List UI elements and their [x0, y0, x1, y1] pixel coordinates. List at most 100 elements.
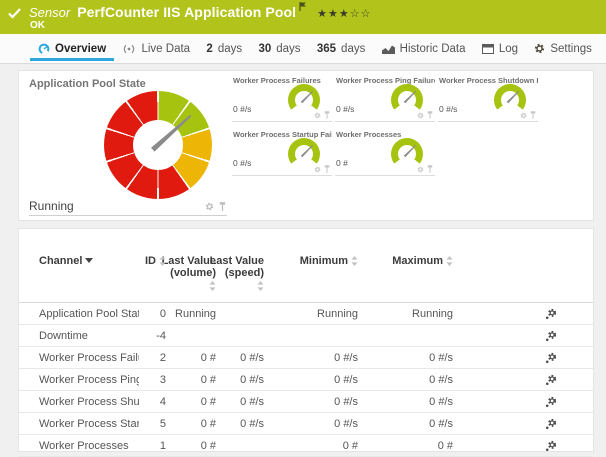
mini-pin-icon[interactable] — [324, 111, 330, 119]
cell-minimum: 0 # — [264, 440, 358, 452]
channel-row: Application Pool State 0 Running Running… — [19, 303, 593, 325]
cell-maximum: 0 #/s — [358, 374, 453, 386]
mini-gauge-arc — [391, 84, 423, 116]
mini-pin-icon[interactable] — [427, 111, 433, 119]
cell-maximum: Running — [358, 308, 453, 320]
overview-gauge-icon — [38, 43, 50, 55]
mini-gauges: Worker Process Failures 0 #/s — [232, 73, 541, 176]
mini-gauge-needle — [404, 91, 417, 104]
mini-gauge-arc — [391, 138, 423, 170]
sensor-status-badge: OK — [30, 20, 45, 31]
channel-row: Worker Process Ping Fa... 3 0 # 0 #/s 0 … — [19, 369, 593, 391]
edit-channel-wrench-icon[interactable] — [545, 374, 557, 386]
cell-maximum: 0 #/s — [358, 396, 453, 408]
sort-icon — [257, 281, 264, 291]
tab-settings[interactable]: Settings — [532, 34, 594, 63]
mini-pin-icon[interactable] — [530, 111, 536, 119]
cell-id: 2 — [139, 352, 166, 364]
historic-chart-icon — [382, 44, 395, 54]
mini-gauge-value: 0 #/s — [336, 104, 354, 114]
mini-gauge-tile: Worker Process Failures 0 #/s — [232, 73, 332, 122]
sort-icon — [351, 256, 358, 266]
flag-icon — [299, 2, 307, 11]
edit-channel-wrench-icon[interactable] — [545, 330, 557, 342]
mini-gauge-tile: Worker Process Startup Failu... 0 #/s — [232, 127, 332, 176]
cell-id: 4 — [139, 396, 166, 408]
col-maximum[interactable]: Maximum — [358, 255, 453, 267]
cell-last-value-volume: Running — [166, 308, 216, 320]
channel-table-panel: Channel ID Last Value (volume) Last Valu… — [18, 228, 594, 452]
overview-panel: Application Pool State Running Worker Pr… — [18, 70, 594, 221]
cell-last-value-speed: 0 #/s — [216, 352, 264, 364]
sort-icon — [159, 256, 166, 266]
cell-last-value-volume: 0 # — [166, 352, 216, 364]
edit-channel-wrench-icon[interactable] — [545, 352, 557, 364]
tab-historic-data[interactable]: Historic Data — [380, 34, 468, 63]
mini-pin-icon[interactable] — [324, 165, 330, 173]
tab-overview[interactable]: Overview — [36, 34, 108, 63]
cell-channel: Worker Processes — [39, 440, 139, 452]
mini-gauge-tile: Worker Processes 0 # — [335, 127, 435, 176]
cell-channel: Worker Process Failures — [39, 352, 139, 364]
cell-id: 3 — [139, 374, 166, 386]
mini-gauge-needle — [301, 91, 314, 104]
mini-gauge-needle — [404, 145, 417, 158]
sort-desc-icon — [85, 258, 93, 263]
mini-gauge-tile: Worker Process Ping Failures 0 #/s — [335, 73, 435, 122]
cell-minimum: 0 #/s — [264, 374, 358, 386]
live-signal-icon — [122, 44, 136, 54]
channel-row: Worker Process Failures 2 0 # 0 #/s 0 #/… — [19, 347, 593, 369]
main-gauge-title: Application Pool State — [29, 78, 146, 90]
mini-pin-icon[interactable] — [427, 165, 433, 173]
status-ok-check-icon — [8, 8, 21, 19]
settings-gear-icon — [534, 43, 545, 54]
object-kind-label: Sensor — [29, 5, 70, 20]
cell-channel: Downtime — [39, 330, 139, 342]
mini-gauge-arc — [288, 84, 320, 116]
cell-last-value-speed: 0 #/s — [216, 374, 264, 386]
mini-gauge-needle — [507, 91, 520, 104]
mini-gauge-arc — [494, 84, 526, 116]
cell-last-value-speed: 0 #/s — [216, 396, 264, 408]
tab-live-data[interactable]: Live Data — [120, 34, 192, 63]
cell-channel: Worker Process Shutdo... — [39, 396, 139, 408]
sensor-header: Sensor PerfCounter IIS Application Pool … — [0, 0, 606, 34]
tab-365-days[interactable]: 365 days — [315, 34, 367, 63]
cell-id: 5 — [139, 418, 166, 430]
edit-channel-wrench-icon[interactable] — [545, 396, 557, 408]
edit-channel-wrench-icon[interactable] — [545, 418, 557, 430]
channel-table-header: Channel ID Last Value (volume) Last Valu… — [19, 229, 593, 303]
cell-last-value-volume: 0 # — [166, 374, 216, 386]
cell-id: 1 — [139, 440, 166, 452]
mini-gauge-needle — [301, 145, 314, 158]
cell-last-value-speed: 0 #/s — [216, 418, 264, 430]
cell-maximum: 0 # — [358, 440, 453, 452]
cell-last-value-volume: 0 # — [166, 396, 216, 408]
priority-stars[interactable]: ★★★☆☆ — [317, 7, 371, 20]
mini-gauge-value: 0 #/s — [439, 104, 457, 114]
mini-gauge-value: 0 #/s — [233, 158, 251, 168]
tab-30-days[interactable]: 30 days — [256, 34, 302, 63]
tab-log[interactable]: Log — [480, 34, 520, 63]
gauge-gear-icon[interactable] — [205, 202, 214, 211]
gauge-pin-icon[interactable] — [219, 202, 226, 211]
edit-channel-wrench-icon[interactable] — [545, 440, 557, 452]
sort-icon — [446, 256, 453, 266]
cell-minimum: Running — [264, 308, 358, 320]
sort-icon — [209, 281, 216, 291]
tab-bar: Overview Live Data 2 days 30 days 365 da… — [0, 34, 606, 64]
cell-channel: Worker Process Startup... — [39, 418, 139, 430]
mini-gauge-value: 0 # — [336, 158, 348, 168]
sensor-title: PerfCounter IIS Application Pool — [77, 4, 296, 20]
cell-last-value-volume: 0 # — [166, 418, 216, 430]
channel-row: Worker Process Shutdo... 4 0 # 0 #/s 0 #… — [19, 391, 593, 413]
edit-channel-wrench-icon[interactable] — [545, 308, 557, 320]
cell-id: 0 — [139, 308, 166, 320]
tab-2-days[interactable]: 2 days — [204, 34, 244, 63]
gauge-needle — [151, 114, 192, 152]
cell-minimum: 0 #/s — [264, 352, 358, 364]
gauge-status-text: Running — [29, 199, 74, 213]
col-minimum[interactable]: Minimum — [264, 255, 358, 267]
cell-channel: Worker Process Ping Fa... — [39, 374, 139, 386]
col-channel[interactable]: Channel — [39, 255, 139, 267]
